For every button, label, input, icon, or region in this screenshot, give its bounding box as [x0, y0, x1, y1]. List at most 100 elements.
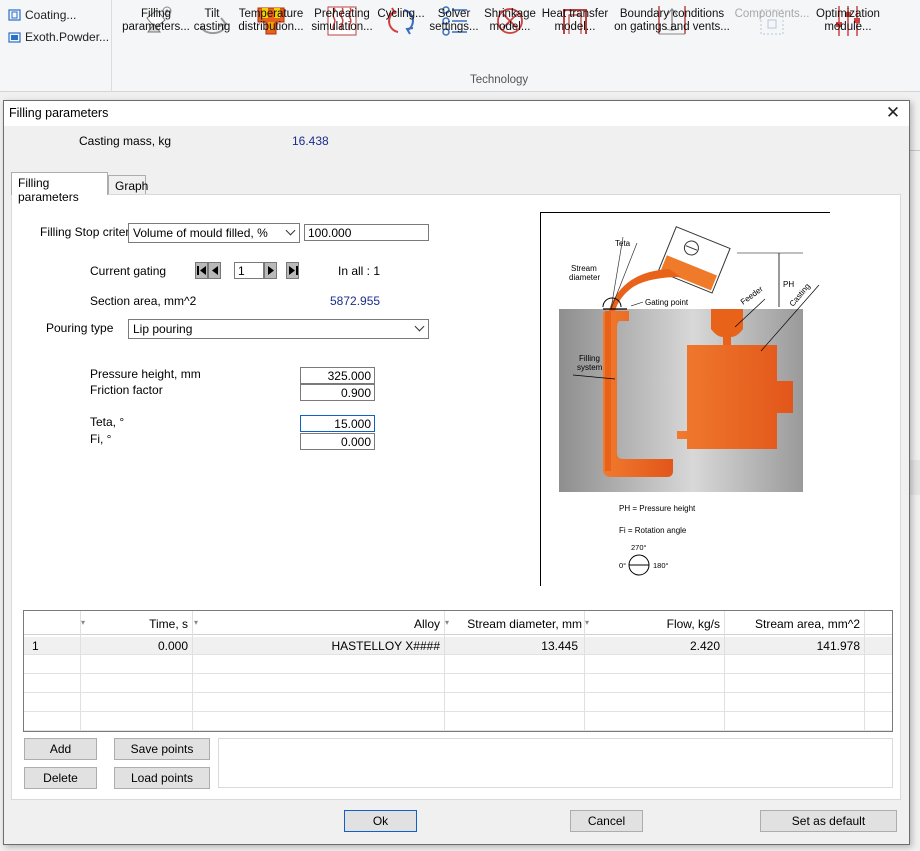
last-icon	[288, 266, 298, 275]
heat-transfer-model-line2: model...	[554, 21, 596, 33]
sort-icon: ▾	[585, 618, 590, 627]
heat-transfer-model-line1: Heat transfer	[541, 8, 609, 20]
tilt-casting-ribbon-button[interactable]: Tilt casting	[192, 4, 232, 74]
first-gating-button[interactable]	[195, 262, 208, 279]
optimization-module-line2: module...	[824, 21, 872, 33]
coating-menu-item[interactable]: Coating...	[8, 6, 76, 24]
column-header-time[interactable]: Time, s	[84, 617, 188, 635]
table-row[interactable]: 1 0.000 HASTELLOY X#### 13.445 2.420 141…	[24, 637, 892, 655]
optimization-module-ribbon-button[interactable]: Optimization module...	[812, 4, 884, 74]
column-header-alloy[interactable]: Alloy	[200, 617, 440, 635]
filling-parameters-line2: parameters...	[122, 21, 190, 33]
solver-settings-line2: settings...	[429, 21, 479, 33]
stream-diameter-text-1: Stream	[571, 264, 597, 273]
filling-system-text-1: Filling	[579, 354, 600, 363]
current-gating-input[interactable]: 1	[234, 262, 264, 279]
load-points-button[interactable]: Load points	[114, 767, 210, 789]
pressure-height-input[interactable]: 325.000	[300, 367, 375, 384]
notes-area[interactable]	[218, 738, 893, 788]
background-window-fragment	[910, 460, 920, 495]
fi-label: Fi, °	[90, 432, 112, 446]
section-area-label: Section area, mm^2	[90, 294, 197, 308]
temperature-distribution-line1: Temperature	[238, 8, 304, 20]
ph-text: PH	[783, 280, 794, 289]
pouring-type-label: Pouring type	[46, 321, 114, 335]
row-index: 1	[32, 639, 39, 653]
tab-graph-label: Graph	[115, 179, 149, 193]
solver-settings-ribbon-button[interactable]: Solver settings...	[428, 4, 480, 74]
cell-stream-area[interactable]: 141.978	[730, 639, 860, 657]
next-gating-button[interactable]	[264, 262, 277, 279]
column-header-stream-diameter[interactable]: Stream diameter, mm	[448, 617, 582, 635]
delete-button[interactable]: Delete	[24, 767, 97, 789]
last-gating-button[interactable]	[286, 262, 299, 279]
background-window-edge	[910, 150, 920, 151]
dialog-titlebar: Filling parameters ✕	[4, 101, 909, 126]
table-row-empty	[24, 656, 892, 674]
chevron-down-icon	[285, 225, 296, 236]
boundary-conditions-ribbon-button[interactable]: Boundary conditions on gatings and vents.…	[612, 4, 732, 74]
tab-filling-parameters[interactable]: Filling parameters	[11, 172, 108, 204]
friction-factor-input[interactable]: 0.900	[300, 384, 375, 401]
cell-alloy[interactable]: HASTELLOY X####	[200, 639, 440, 657]
gating-point-text: Gating point	[645, 298, 689, 307]
ph-legend-text: PH = Pressure height	[619, 504, 696, 513]
filling-parameters-dialog: Filling parameters ✕ Casting mass, kg 16…	[3, 100, 910, 845]
filling-parameters-ribbon-button[interactable]: Filling parameters...	[122, 4, 190, 74]
coating-label: Coating...	[25, 8, 77, 22]
cancel-button[interactable]: Cancel	[570, 810, 643, 832]
cycling-ribbon-button[interactable]: Cycling...	[376, 4, 426, 74]
set-as-default-button[interactable]: Set as default	[760, 810, 897, 832]
section-area-value: 5872.955	[330, 294, 381, 308]
preheating-simulation-ribbon-button[interactable]: Preheating simulation...	[308, 4, 376, 74]
exothermic-powder-menu-item[interactable]: Exoth.Powder...	[8, 28, 109, 46]
filling-parameters-line1: Filling	[140, 8, 172, 20]
shrinkage-model-ribbon-button[interactable]: Shrinkage model...	[482, 4, 538, 74]
first-icon	[196, 266, 206, 275]
fi-input[interactable]: 0.000	[300, 433, 375, 450]
cell-time[interactable]: 0.000	[84, 639, 188, 657]
lip-pouring-diagram: Teta Stream diameter Gating point PH Fee…	[540, 212, 830, 586]
boundary-conditions-line1: Boundary conditions	[619, 8, 725, 20]
temperature-distribution-line2: distribution...	[238, 21, 304, 33]
exothermic-powder-icon	[8, 31, 21, 43]
technology-group-label: Technology	[470, 74, 529, 86]
column-divider	[444, 611, 445, 731]
stop-criteria-value-input[interactable]: 100.000	[304, 224, 429, 241]
temperature-distribution-ribbon-button[interactable]: Temperature distribution...	[237, 4, 305, 74]
friction-factor-label: Friction factor	[90, 383, 163, 397]
column-header-flow[interactable]: Flow, kg/s	[590, 617, 720, 635]
column-divider	[724, 611, 725, 731]
teta-input[interactable]: 15.000	[300, 415, 375, 432]
ok-button[interactable]: Ok	[344, 810, 417, 832]
add-button[interactable]: Add	[24, 738, 97, 760]
solver-settings-line1: Solver	[437, 8, 471, 20]
cell-stream-diameter[interactable]: 13.445	[448, 639, 578, 657]
preheating-simulation-line1: Preheating	[314, 8, 370, 20]
column-header-stream-area[interactable]: Stream area, mm^2	[730, 617, 860, 635]
stop-criteria-selected: Volume of mould filled, %	[133, 226, 268, 240]
filling-system-text-2: system	[577, 363, 603, 372]
save-points-button[interactable]: Save points	[114, 738, 210, 760]
column-divider	[584, 611, 585, 731]
stop-criteria-select[interactable]: Volume of mould filled, %	[128, 223, 300, 243]
ribbon: Coating... Exoth.Powder... Filling parame…	[0, 0, 920, 92]
table-row-empty	[24, 694, 892, 712]
column-divider	[80, 611, 81, 731]
tab-graph[interactable]: Graph	[108, 175, 149, 195]
components-ribbon-button: Components...	[734, 4, 810, 74]
angle-180-text: 180°	[653, 561, 669, 570]
angle-270-text: 270°	[631, 543, 647, 552]
stop-criteria-label: Filling Stop criteria	[40, 225, 139, 239]
heat-transfer-model-ribbon-button[interactable]: Heat transfer model...	[540, 4, 610, 74]
pouring-type-select[interactable]: Lip pouring	[128, 319, 429, 339]
shrinkage-model-line1: Shrinkage	[484, 8, 536, 20]
close-icon[interactable]: ✕	[885, 104, 901, 121]
previous-gating-button[interactable]	[208, 262, 221, 279]
teta-text: Teta	[615, 239, 631, 248]
casting-shape	[677, 345, 793, 449]
cell-flow[interactable]: 2.420	[590, 639, 720, 657]
table-header: ▾ Time, s ▾ Alloy ▾ Stream diameter, mm …	[24, 611, 892, 635]
filling-points-table: ▾ Time, s ▾ Alloy ▾ Stream diameter, mm …	[23, 610, 893, 732]
column-divider	[864, 611, 865, 731]
